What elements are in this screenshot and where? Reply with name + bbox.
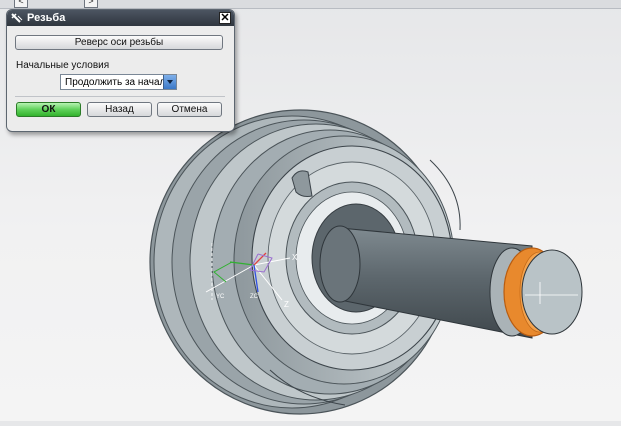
ok-button[interactable]: ОК bbox=[16, 102, 81, 117]
close-icon[interactable]: ✕ bbox=[219, 12, 231, 24]
dialog-title-bar[interactable]: Резьба ✕ bbox=[7, 10, 234, 26]
shaft-end-face bbox=[521, 249, 583, 335]
initial-conditions-value: Продолжить за начало bbox=[65, 77, 172, 88]
triad-yc-label: YC bbox=[216, 294, 225, 300]
triad-zc-label: ZC bbox=[250, 294, 259, 300]
back-button[interactable]: Назад bbox=[87, 102, 152, 117]
initial-conditions-label: Начальные условия bbox=[16, 60, 110, 71]
nav-right-button[interactable]: > bbox=[84, 0, 98, 8]
dialog-title: Резьба bbox=[27, 12, 66, 24]
chevron-down-icon[interactable] bbox=[163, 75, 176, 89]
top-toolbar-strip: < > bbox=[0, 0, 621, 9]
initial-conditions-select[interactable]: Продолжить за начало bbox=[60, 74, 177, 90]
reverse-thread-axis-button[interactable]: Реверс оси резьбы bbox=[15, 35, 223, 50]
thread-dialog: Резьба ✕ Реверс оси резьбы Начальные усл… bbox=[6, 9, 235, 132]
nav-left-button[interactable]: < bbox=[14, 0, 28, 8]
triad-z-label: Z bbox=[284, 300, 289, 309]
triad-x-label: X bbox=[292, 253, 298, 262]
dialog-separator bbox=[15, 96, 225, 97]
cancel-button[interactable]: Отмена bbox=[157, 102, 222, 117]
thread-tool-icon bbox=[11, 13, 23, 23]
